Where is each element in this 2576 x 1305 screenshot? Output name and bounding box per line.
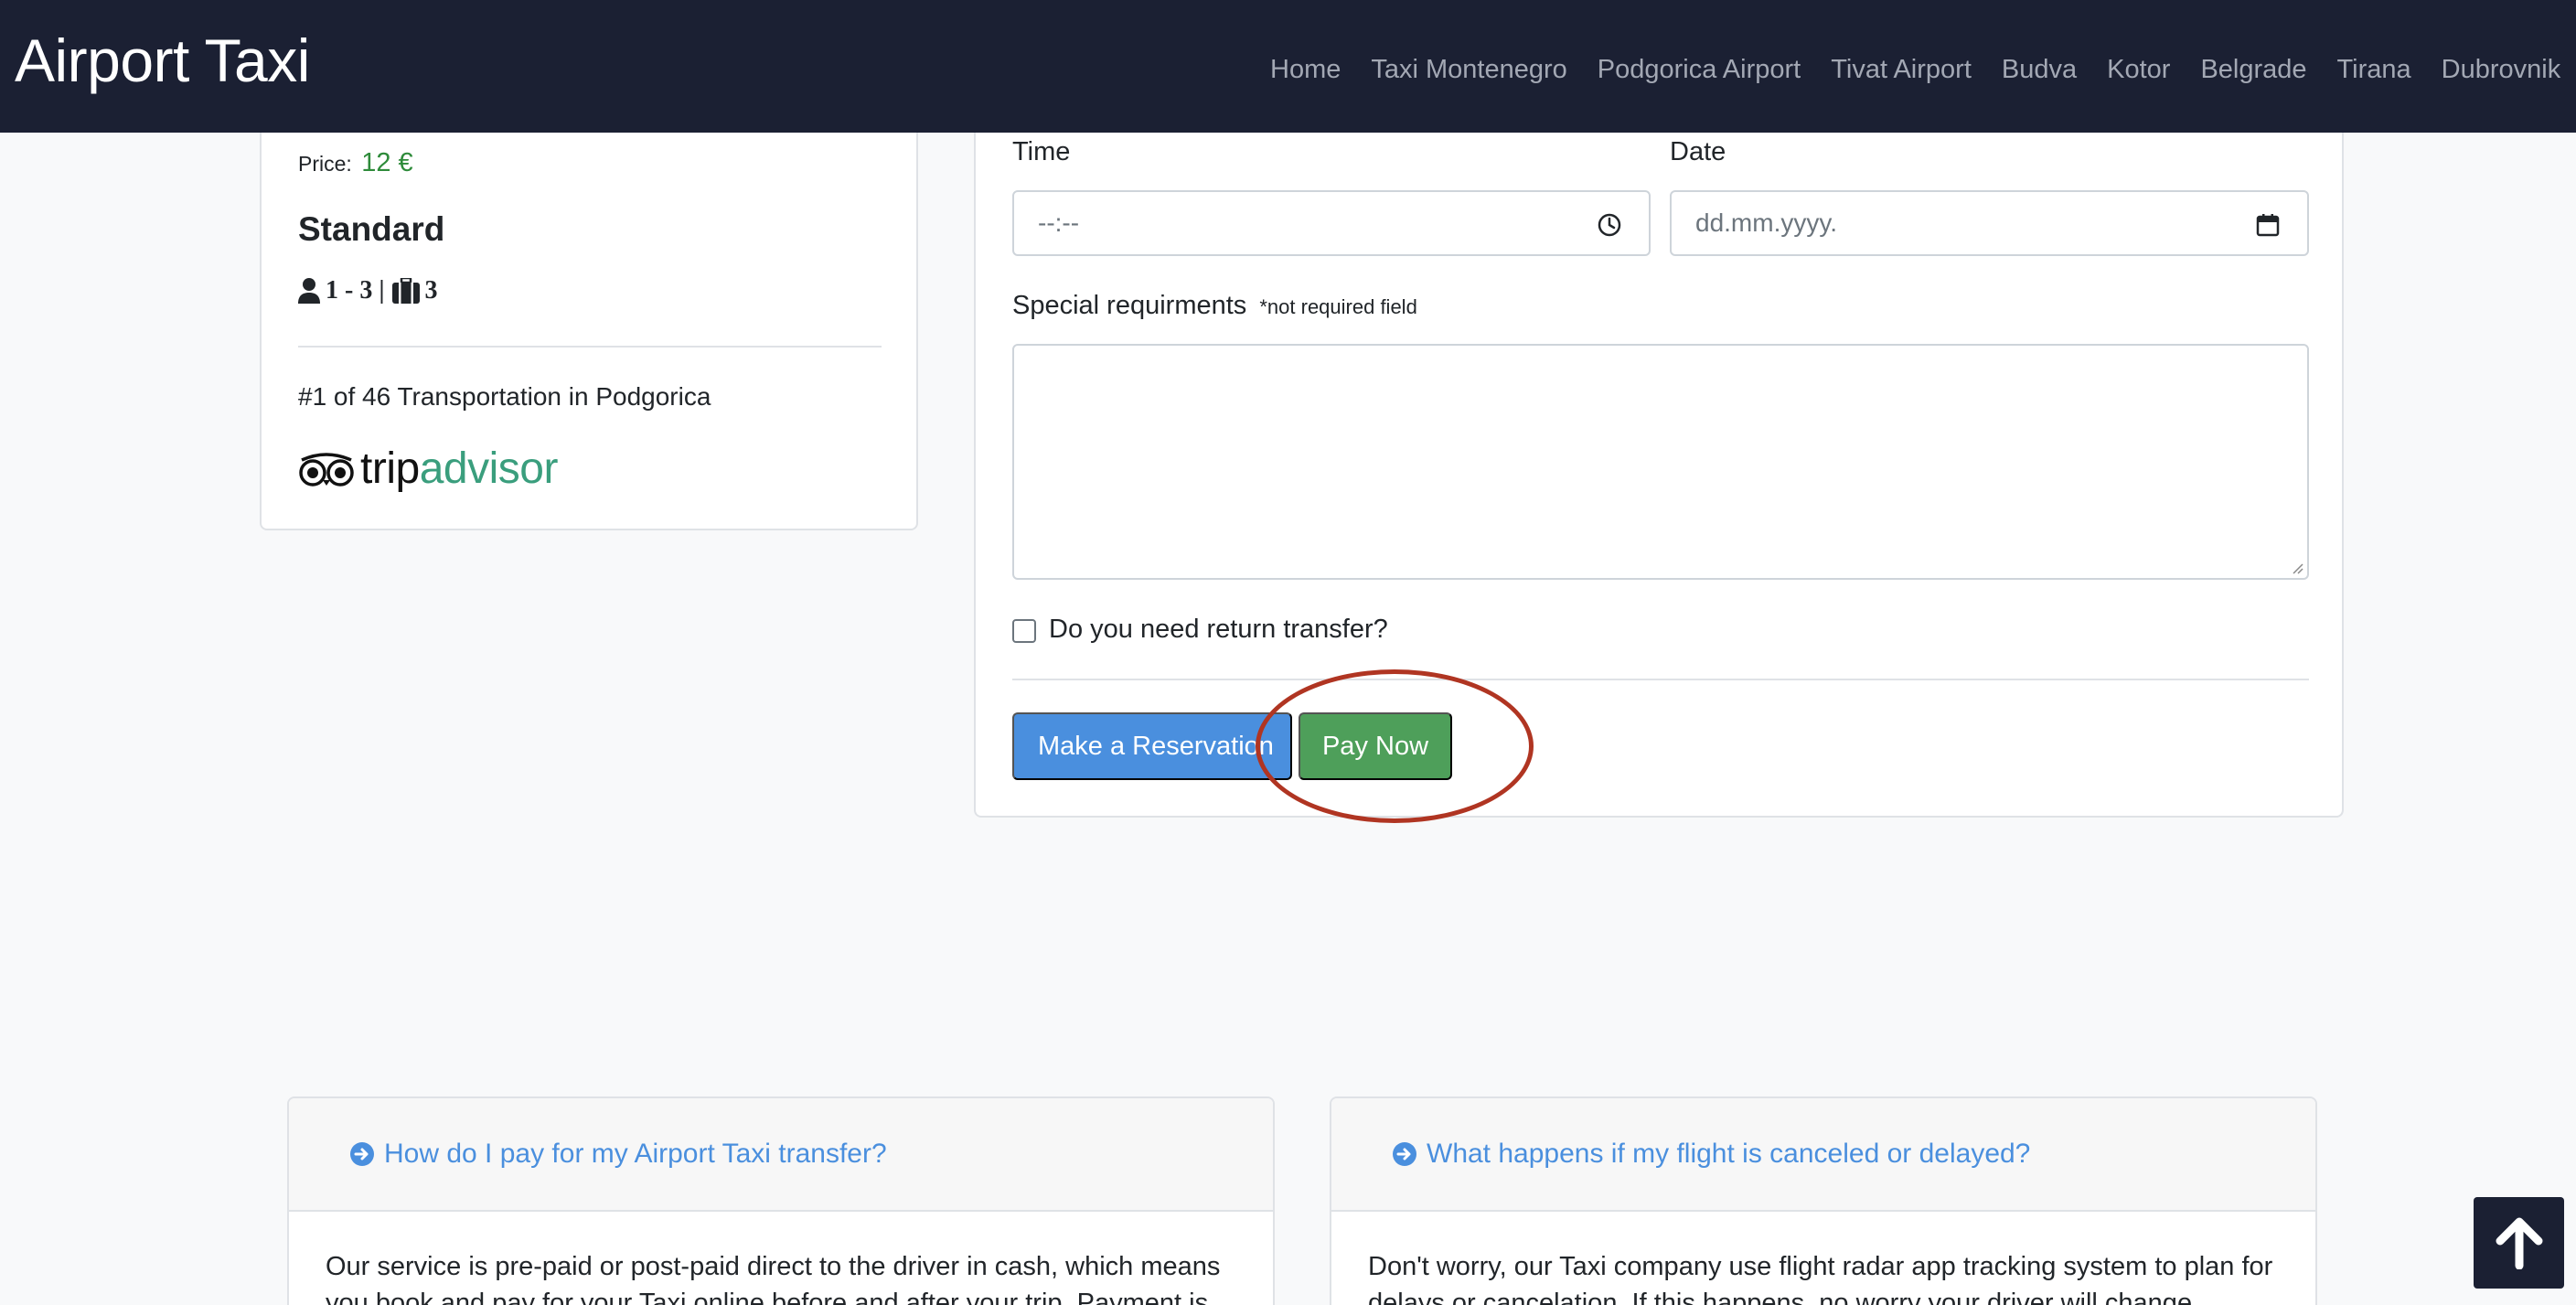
user-icon — [298, 278, 320, 304]
make-reservation-button[interactable]: Make a Reservation — [1012, 712, 1292, 780]
special-requirements-label-text: Special requirments — [1012, 291, 1247, 320]
top-navbar: Airport Taxi Home Taxi Montenegro Podgor… — [0, 0, 2576, 133]
owl-icon — [299, 452, 354, 487]
price-value: 12 € — [361, 148, 413, 177]
time-label: Time — [1012, 137, 1071, 166]
nav-link-kotor[interactable]: Kotor — [2107, 55, 2170, 85]
special-requirements-textarea[interactable] — [1012, 344, 2309, 580]
arrow-circle-right-icon — [1393, 1142, 1416, 1166]
tripadvisor-logo[interactable]: trip advisor — [298, 444, 558, 494]
not-required-note: *not required field — [1259, 295, 1417, 318]
time-placeholder: --:-- — [1038, 209, 1080, 237]
nav-link-taxi-montenegro[interactable]: Taxi Montenegro — [1371, 55, 1566, 85]
back-to-top-button[interactable] — [2474, 1197, 2564, 1289]
calendar-icon[interactable] — [2256, 213, 2280, 237]
suitcase-icon — [391, 278, 420, 304]
main-nav: Home Taxi Montenegro Podgorica Airport T… — [1270, 55, 2576, 85]
date-input[interactable]: dd.mm.yyyy. — [1670, 190, 2309, 256]
nav-link-belgrade[interactable]: Belgrade — [2200, 55, 2306, 85]
faq-card-payment: How do I pay for my Airport Taxi transfe… — [287, 1096, 1275, 1305]
date-label: Date — [1670, 137, 1726, 166]
resize-grip-icon[interactable] — [2289, 560, 2303, 574]
nav-link-budva[interactable]: Budva — [2002, 55, 2077, 85]
luggage-count: 3 — [424, 276, 438, 305]
form-divider — [1012, 679, 2309, 680]
return-transfer-label[interactable]: Do you need return transfer? — [1049, 615, 1388, 645]
faq-card-flight-delay: What happens if my flight is canceled or… — [1330, 1096, 2317, 1305]
faq-header[interactable]: How do I pay for my Airport Taxi transfe… — [289, 1098, 1273, 1212]
nav-link-podgorica-airport[interactable]: Podgorica Airport — [1598, 55, 1801, 85]
price-label: Price: — [298, 152, 352, 176]
nav-link-home[interactable]: Home — [1270, 55, 1341, 85]
tripadvisor-word-advisor: advisor — [419, 444, 559, 493]
tripadvisor-word-trip: trip — [360, 444, 420, 493]
vehicle-class-title: Standard — [298, 210, 445, 248]
date-placeholder: dd.mm.yyyy. — [1695, 209, 1838, 237]
vehicle-card: Price: 12 € Standard 1 - 3 | 3 #1 of 46 … — [260, 91, 918, 530]
arrow-circle-right-icon — [350, 1142, 374, 1166]
nav-link-tivat-airport[interactable]: Tivat Airport — [1831, 55, 1972, 85]
card-divider — [298, 346, 882, 348]
nav-link-dubrovnik[interactable]: Dubrovnik — [2442, 55, 2561, 85]
faq-answer: Don't worry, our Taxi company use flight… — [1368, 1252, 2273, 1305]
return-transfer-checkbox[interactable] — [1012, 619, 1036, 643]
clock-icon[interactable] — [1598, 213, 1621, 237]
price-row: Price: 12 € — [298, 148, 413, 178]
reservation-form: Time --:-- Date dd.mm.yyyy. Special requ… — [974, 91, 2344, 818]
time-input[interactable]: --:-- — [1012, 190, 1651, 256]
brand-logo[interactable]: Airport Taxi — [15, 26, 310, 95]
faq-question[interactable]: What happens if my flight is canceled or… — [1427, 1139, 2030, 1170]
nav-link-tirana[interactable]: Tirana — [2337, 55, 2411, 85]
faq-header[interactable]: What happens if my flight is canceled or… — [1331, 1098, 2315, 1212]
passenger-count: 1 - 3 | — [326, 276, 385, 305]
arrow-up-icon — [2496, 1217, 2542, 1269]
vehicle-capacity: 1 - 3 | 3 — [298, 276, 438, 305]
tripadvisor-ranking: #1 of 46 Transportation in Podgorica — [298, 382, 711, 411]
faq-answer: Our service is pre-paid or post-paid dir… — [326, 1252, 1221, 1305]
special-requirements-label: Special requirments *not required field — [1012, 291, 1417, 321]
pay-now-button[interactable]: Pay Now — [1299, 712, 1452, 780]
faq-question[interactable]: How do I pay for my Airport Taxi transfe… — [384, 1139, 887, 1170]
